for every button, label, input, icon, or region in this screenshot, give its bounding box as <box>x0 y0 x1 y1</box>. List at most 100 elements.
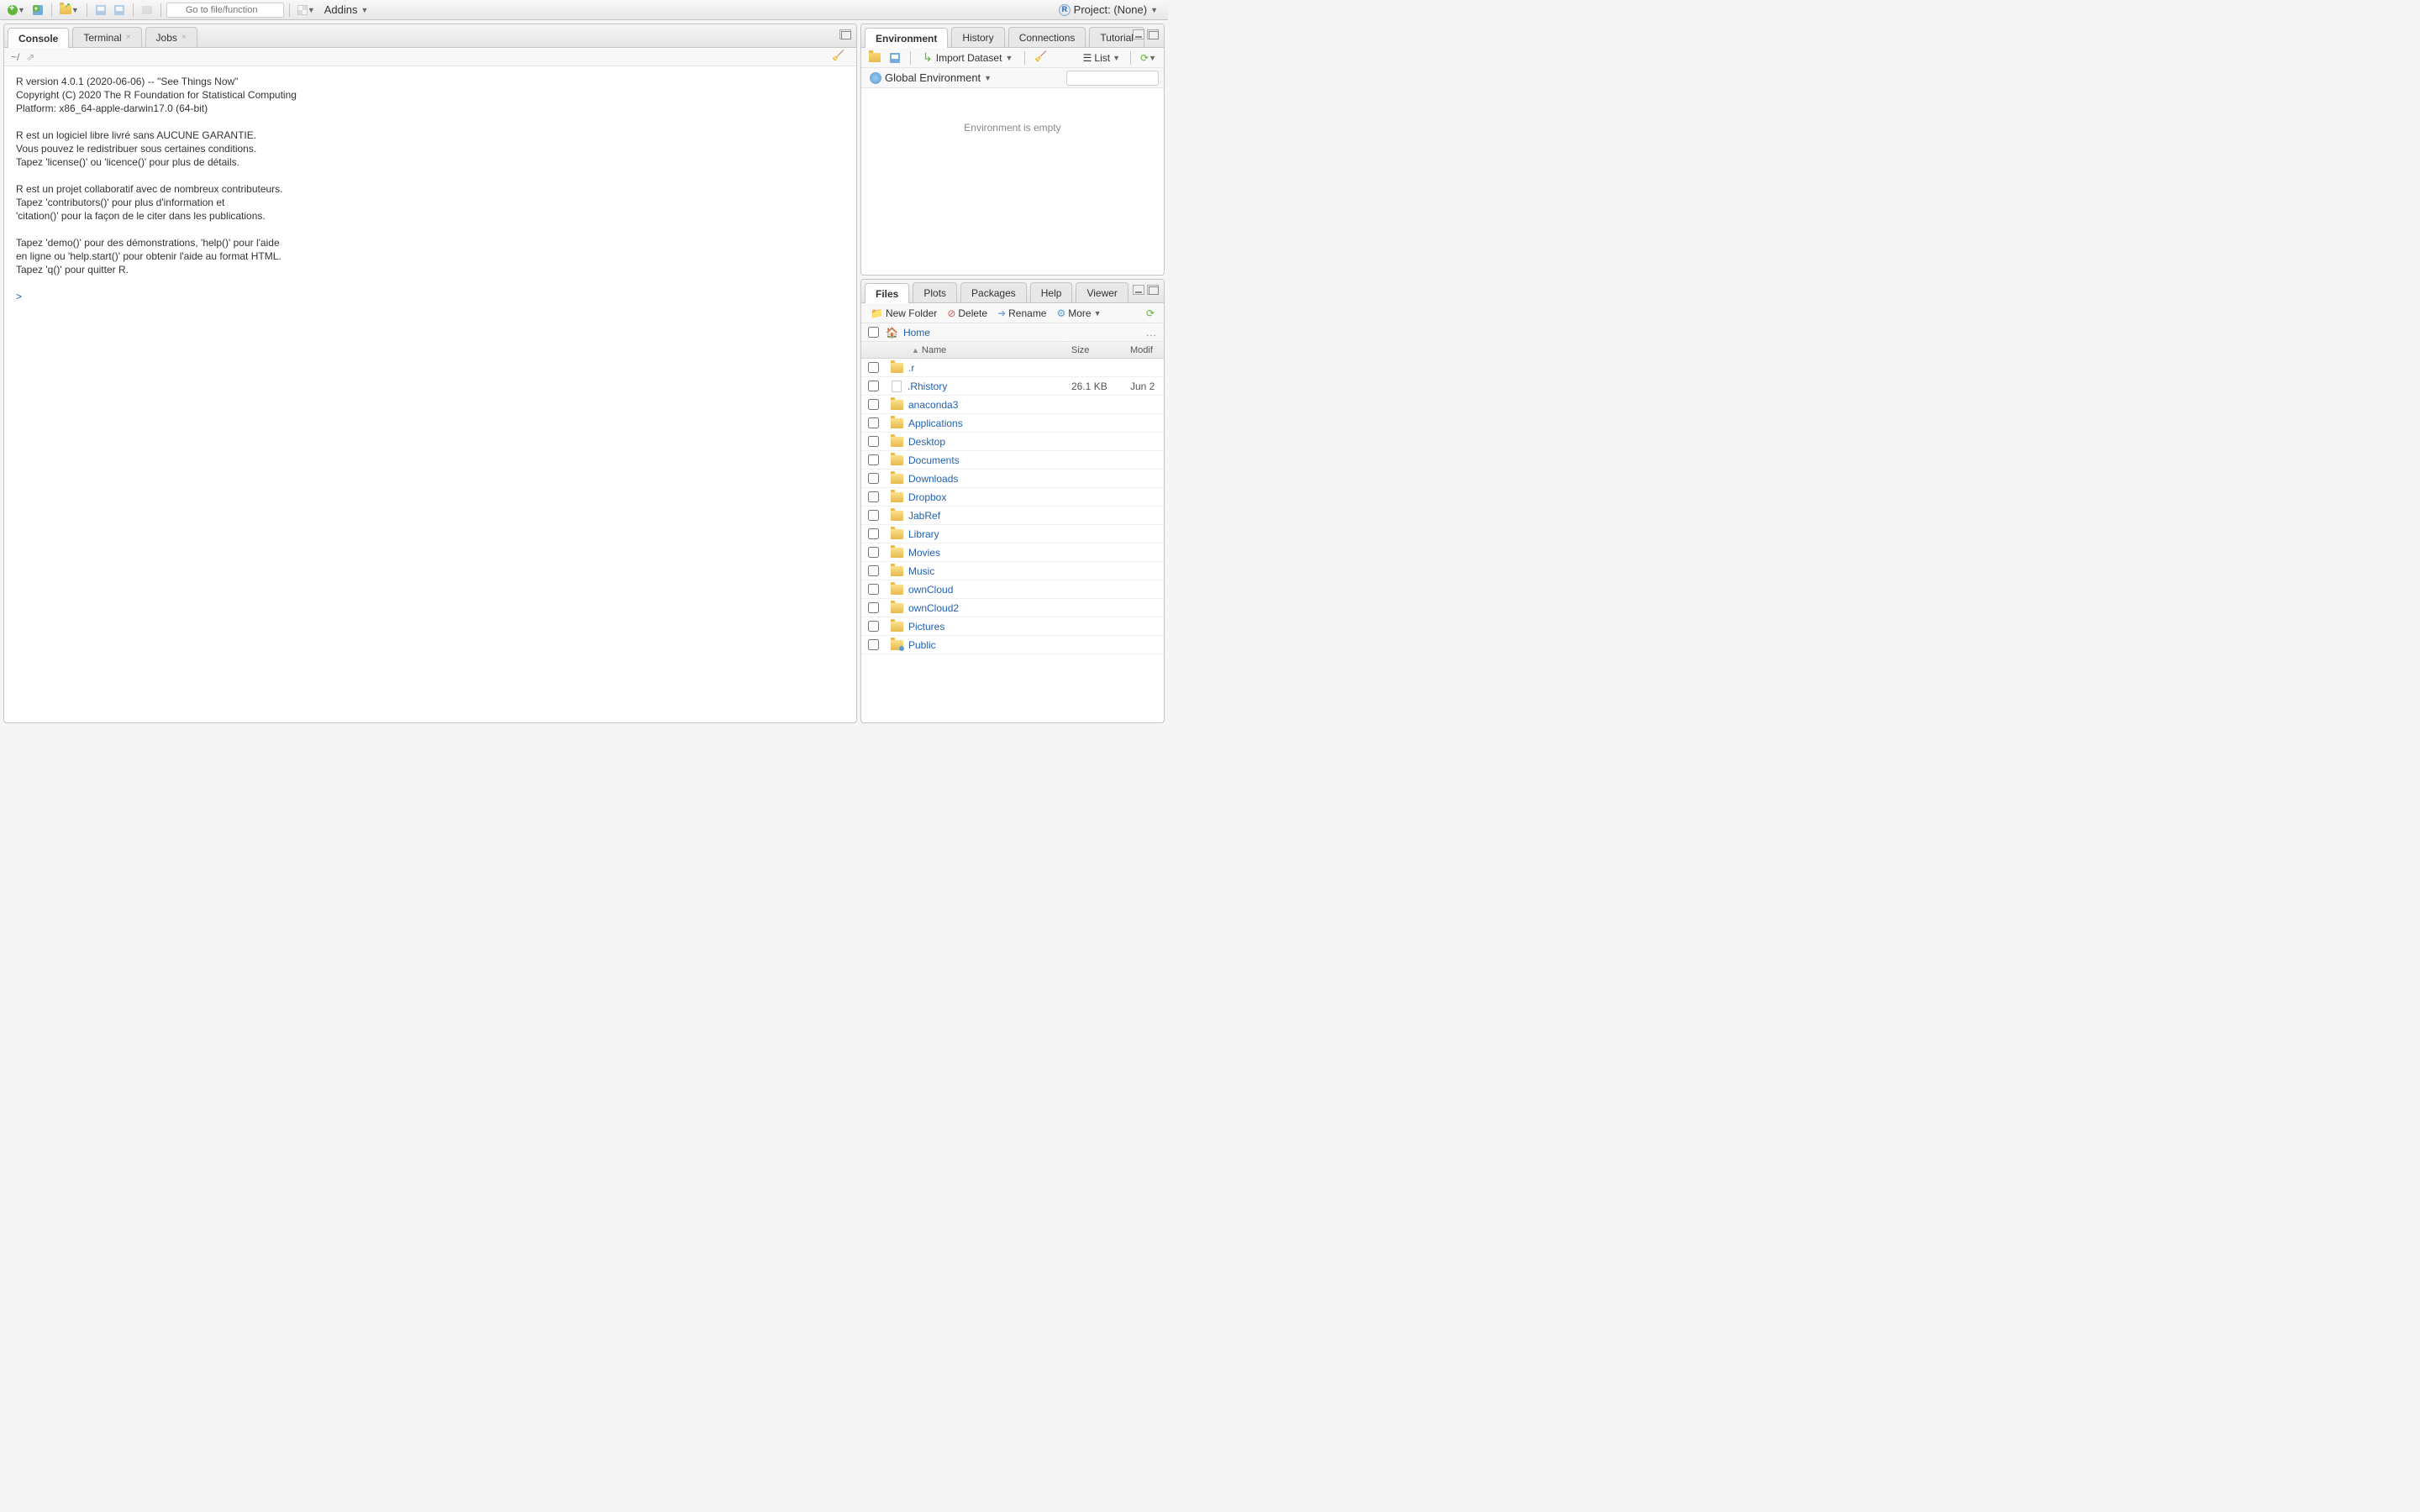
tab-history[interactable]: History <box>951 27 1004 47</box>
close-icon[interactable]: × <box>126 33 131 42</box>
save-all-button[interactable] <box>111 2 128 18</box>
file-row[interactable]: anaconda3 <box>861 396 1164 414</box>
print-button[interactable] <box>139 2 155 18</box>
file-name[interactable]: Documents <box>908 454 1071 466</box>
view-mode-selector[interactable]: ☰List▼ <box>1080 52 1123 64</box>
file-row[interactable]: ownCloud2 <box>861 599 1164 617</box>
file-row[interactable]: .r <box>861 359 1164 377</box>
file-checkbox[interactable] <box>868 454 879 465</box>
tab-environment[interactable]: Environment <box>865 28 948 48</box>
file-checkbox[interactable] <box>868 547 879 558</box>
tab-terminal[interactable]: Terminal× <box>72 27 141 47</box>
file-checkbox[interactable] <box>868 621 879 632</box>
file-row[interactable]: Dropbox <box>861 488 1164 507</box>
file-name[interactable]: Movies <box>908 547 1071 559</box>
file-row[interactable]: Movies <box>861 543 1164 562</box>
maximize-button[interactable] <box>1147 29 1159 39</box>
file-checkbox[interactable] <box>868 565 879 576</box>
file-name[interactable]: ownCloud <box>908 584 1071 596</box>
files-breadcrumb: 🏠 Home ... <box>861 323 1164 342</box>
file-checkbox[interactable] <box>868 381 879 391</box>
clear-console-button[interactable] <box>829 49 850 66</box>
console-output[interactable]: R version 4.0.1 (2020-06-06) -- "See Thi… <box>4 66 856 722</box>
file-checkbox[interactable] <box>868 362 879 373</box>
environment-search-input[interactable] <box>1066 71 1159 86</box>
refresh-files-button[interactable]: ⟳ <box>1142 305 1159 322</box>
file-name[interactable]: .Rhistory <box>908 381 1071 392</box>
sort-by-name[interactable]: ▲Name <box>908 345 1071 355</box>
file-checkbox[interactable] <box>868 602 879 613</box>
save-button[interactable] <box>92 2 109 18</box>
file-name[interactable]: Library <box>908 528 1071 540</box>
file-row[interactable]: Pictures <box>861 617 1164 636</box>
file-row[interactable]: Documents <box>861 451 1164 470</box>
scope-selector[interactable]: Global Environment ▼ <box>866 70 995 86</box>
file-row[interactable]: .Rhistory26.1 KBJun 2 <box>861 377 1164 396</box>
file-name[interactable]: Music <box>908 565 1071 577</box>
file-name[interactable]: Desktop <box>908 436 1071 448</box>
file-name[interactable]: Downloads <box>908 473 1071 485</box>
clear-environment-button[interactable] <box>1032 50 1052 66</box>
tab-viewer[interactable]: Viewer <box>1076 282 1128 302</box>
file-row[interactable]: Library <box>861 525 1164 543</box>
goto-input[interactable] <box>166 3 284 18</box>
file-checkbox[interactable] <box>868 584 879 595</box>
file-row[interactable]: Desktop <box>861 433 1164 451</box>
path-arrow-icon[interactable]: ⇗ <box>26 51 34 63</box>
file-row[interactable]: Public <box>861 636 1164 654</box>
file-row[interactable]: Downloads <box>861 470 1164 488</box>
file-row[interactable]: Applications <box>861 414 1164 433</box>
file-checkbox[interactable] <box>868 528 879 539</box>
new-project-button[interactable] <box>29 2 46 18</box>
new-folder-button[interactable]: 📁New Folder <box>866 307 941 319</box>
file-name[interactable]: Pictures <box>908 621 1071 633</box>
select-all-checkbox[interactable] <box>868 327 879 338</box>
file-checkbox[interactable] <box>868 399 879 410</box>
project-selector[interactable]: Project: (None) ▼ <box>1054 3 1163 16</box>
sort-by-modified[interactable]: Modif <box>1130 345 1164 355</box>
file-name[interactable]: anaconda3 <box>908 399 1071 411</box>
file-checkbox[interactable] <box>868 417 879 428</box>
tab-files[interactable]: Files <box>865 283 909 303</box>
tab-console[interactable]: Console <box>8 28 69 48</box>
grid-button[interactable]: ▼ <box>295 2 318 18</box>
file-checkbox[interactable] <box>868 491 879 502</box>
r-logo-icon <box>1059 4 1071 16</box>
file-checkbox[interactable] <box>868 639 879 650</box>
tab-jobs[interactable]: Jobs× <box>145 27 197 47</box>
maximize-button[interactable] <box>839 29 851 39</box>
addins-menu[interactable]: Addins▼ <box>319 3 374 16</box>
tab-plots[interactable]: Plots <box>913 282 957 302</box>
tab-help[interactable]: Help <box>1030 282 1073 302</box>
new-file-button[interactable]: ▼ <box>5 2 28 18</box>
tab-packages[interactable]: Packages <box>960 282 1027 302</box>
file-name[interactable]: .r <box>908 362 1071 374</box>
save-workspace-button[interactable] <box>886 50 903 66</box>
file-checkbox[interactable] <box>868 473 879 484</box>
file-row[interactable]: ownCloud <box>861 580 1164 599</box>
minimize-button[interactable] <box>1133 285 1144 295</box>
open-file-button[interactable]: ▼ <box>57 2 82 18</box>
load-workspace-button[interactable] <box>866 50 883 66</box>
file-name[interactable]: Dropbox <box>908 491 1071 503</box>
home-link[interactable]: Home <box>903 327 930 339</box>
file-checkbox[interactable] <box>868 510 879 521</box>
sort-by-size[interactable]: Size <box>1071 345 1130 355</box>
rename-button[interactable]: ➜Rename <box>993 307 1050 319</box>
refresh-button[interactable]: ⟳▼ <box>1138 50 1159 66</box>
file-name[interactable]: Applications <box>908 417 1071 429</box>
file-row[interactable]: JabRef <box>861 507 1164 525</box>
import-dataset-button[interactable]: ↳Import Dataset▼ <box>918 50 1018 65</box>
file-name[interactable]: Public <box>908 639 1071 651</box>
file-row[interactable]: Music <box>861 562 1164 580</box>
delete-button[interactable]: ⊘Delete <box>943 307 992 319</box>
more-button[interactable]: ⚙More▼ <box>1052 307 1105 319</box>
minimize-button[interactable] <box>1133 29 1144 39</box>
file-name[interactable]: JabRef <box>908 510 1071 522</box>
maximize-button[interactable] <box>1147 285 1159 295</box>
file-name[interactable]: ownCloud2 <box>908 602 1071 614</box>
path-ellipsis-button[interactable]: ... <box>1146 327 1157 339</box>
close-icon[interactable]: × <box>182 33 187 42</box>
tab-connections[interactable]: Connections <box>1008 27 1086 47</box>
file-checkbox[interactable] <box>868 436 879 447</box>
